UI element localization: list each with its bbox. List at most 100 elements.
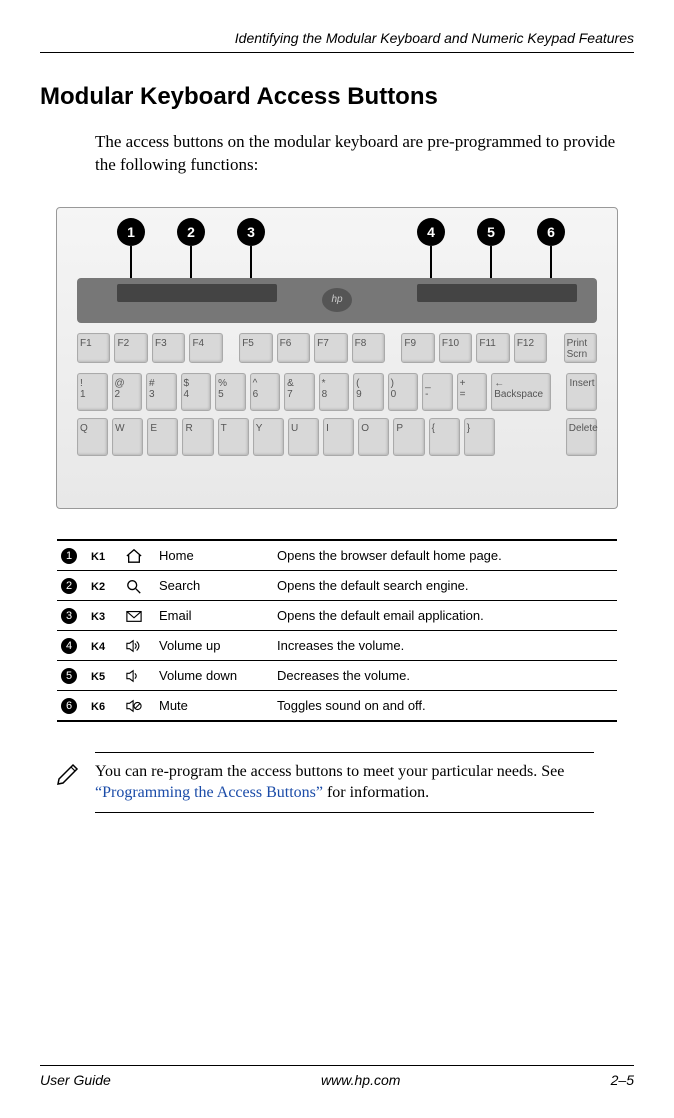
row-number-badge: 3 — [61, 608, 77, 624]
key-f3: F3 — [152, 333, 185, 363]
keyboard-figure: 1 2 3 4 5 6 hp F1 F2 F3 F4 F5 F6 F7 F8 F… — [56, 207, 618, 509]
key-1: !1 — [77, 373, 108, 411]
note-cross-reference-link[interactable]: “Programming the Access Buttons” — [95, 784, 323, 801]
section-title: Modular Keyboard Access Buttons — [40, 83, 634, 111]
footer-right: 2–5 — [611, 1072, 634, 1088]
footer-left: User Guide — [40, 1072, 111, 1088]
callout-4: 4 — [417, 218, 445, 246]
key-f1: F1 — [77, 333, 110, 363]
key-f9: F9 — [401, 333, 434, 363]
table-row: 4 K4 Volume up Increases the volume. — [57, 630, 617, 660]
button-description: Decreases the volume. — [273, 660, 617, 690]
key-code: K1 — [91, 551, 105, 563]
email-icon — [125, 607, 143, 622]
table-row: 3 K3 Email Opens the default email appli… — [57, 600, 617, 630]
page-footer: User Guide www.hp.com 2–5 — [40, 1065, 634, 1088]
key-minus: _- — [422, 373, 453, 411]
key-t: T — [218, 418, 249, 456]
button-description: Opens the default email application. — [273, 600, 617, 630]
callout-6: 6 — [537, 218, 565, 246]
key-f2: F2 — [114, 333, 147, 363]
access-buttons-right-group — [417, 284, 577, 302]
intro-paragraph: The access buttons on the modular keyboa… — [95, 131, 634, 177]
key-u: U — [288, 418, 319, 456]
callout-3: 3 — [237, 218, 265, 246]
table-row: 2 K2 Search Opens the default search eng… — [57, 570, 617, 600]
key-bracket-close: } — [464, 418, 495, 456]
key-3: #3 — [146, 373, 177, 411]
row-number-badge: 1 — [61, 548, 77, 564]
table-row: 1 K1 Home Opens the browser default home… — [57, 540, 617, 571]
search-icon — [125, 577, 143, 592]
qwerty-key-row: Q W E R T Y U I O P { } Delete — [77, 418, 597, 456]
running-header: Identifying the Modular Keyboard and Num… — [40, 30, 634, 53]
key-code: K6 — [91, 701, 105, 713]
key-p: P — [393, 418, 424, 456]
key-f4: F4 — [189, 333, 222, 363]
table-row: 5 K5 Volume down Decreases the volume. — [57, 660, 617, 690]
access-buttons-left-group — [117, 284, 277, 302]
button-description: Opens the default search engine. — [273, 570, 617, 600]
key-7: &7 — [284, 373, 315, 411]
key-equals: += — [457, 373, 488, 411]
key-w: W — [112, 418, 143, 456]
key-f10: F10 — [439, 333, 472, 363]
key-9: (9 — [353, 373, 384, 411]
key-insert: Insert — [566, 373, 597, 411]
hp-logo-icon: hp — [322, 288, 352, 312]
table-row: 6 K6 Mute Toggles sound on and off. — [57, 690, 617, 721]
key-printscreen: Print Scrn — [564, 333, 597, 363]
key-r: R — [182, 418, 213, 456]
key-delete: Delete — [566, 418, 597, 456]
key-f8: F8 — [352, 333, 385, 363]
key-5: %5 — [215, 373, 246, 411]
button-description: Toggles sound on and off. — [273, 690, 617, 721]
key-2: @2 — [112, 373, 143, 411]
key-f11: F11 — [476, 333, 509, 363]
key-0: )0 — [388, 373, 419, 411]
key-code: K5 — [91, 671, 105, 683]
note-text-pre: You can re-program the access buttons to… — [95, 763, 564, 780]
row-number-badge: 2 — [61, 578, 77, 594]
button-name: Volume down — [155, 660, 273, 690]
key-q: Q — [77, 418, 108, 456]
button-name: Search — [155, 570, 273, 600]
key-e: E — [147, 418, 178, 456]
key-bracket-open: { — [429, 418, 460, 456]
key-code: K3 — [91, 611, 105, 623]
key-8: *8 — [319, 373, 350, 411]
key-f5: F5 — [239, 333, 272, 363]
function-key-row: F1 F2 F3 F4 F5 F6 F7 F8 F9 F10 F11 F12 P… — [77, 333, 597, 363]
home-icon — [125, 547, 143, 562]
footer-center: www.hp.com — [321, 1072, 400, 1088]
key-backspace: ← Backspace — [491, 373, 551, 411]
button-description: Increases the volume. — [273, 630, 617, 660]
key-f12: F12 — [514, 333, 547, 363]
callout-1: 1 — [117, 218, 145, 246]
pencil-note-icon — [55, 759, 83, 787]
key-4: $4 — [181, 373, 212, 411]
key-6: ^6 — [250, 373, 281, 411]
callout-2: 2 — [177, 218, 205, 246]
volume-down-icon — [125, 667, 143, 682]
button-name: Home — [155, 540, 273, 571]
mute-icon — [125, 697, 143, 712]
button-name: Mute — [155, 690, 273, 721]
key-i: I — [323, 418, 354, 456]
row-number-badge: 5 — [61, 668, 77, 684]
access-buttons-table: 1 K1 Home Opens the browser default home… — [57, 539, 617, 722]
key-f7: F7 — [314, 333, 347, 363]
volume-up-icon — [125, 637, 143, 652]
row-number-badge: 6 — [61, 698, 77, 714]
note-text-post: for information. — [323, 784, 429, 801]
button-description: Opens the browser default home page. — [273, 540, 617, 571]
button-name: Volume up — [155, 630, 273, 660]
key-y: Y — [253, 418, 284, 456]
key-code: K2 — [91, 581, 105, 593]
callout-5: 5 — [477, 218, 505, 246]
number-key-row: !1 @2 #3 $4 %5 ^6 &7 *8 (9 )0 _- += ← Ba… — [77, 373, 597, 411]
note-block: You can re-program the access buttons to… — [95, 752, 594, 813]
row-number-badge: 4 — [61, 638, 77, 654]
key-code: K4 — [91, 641, 105, 653]
key-f6: F6 — [277, 333, 310, 363]
